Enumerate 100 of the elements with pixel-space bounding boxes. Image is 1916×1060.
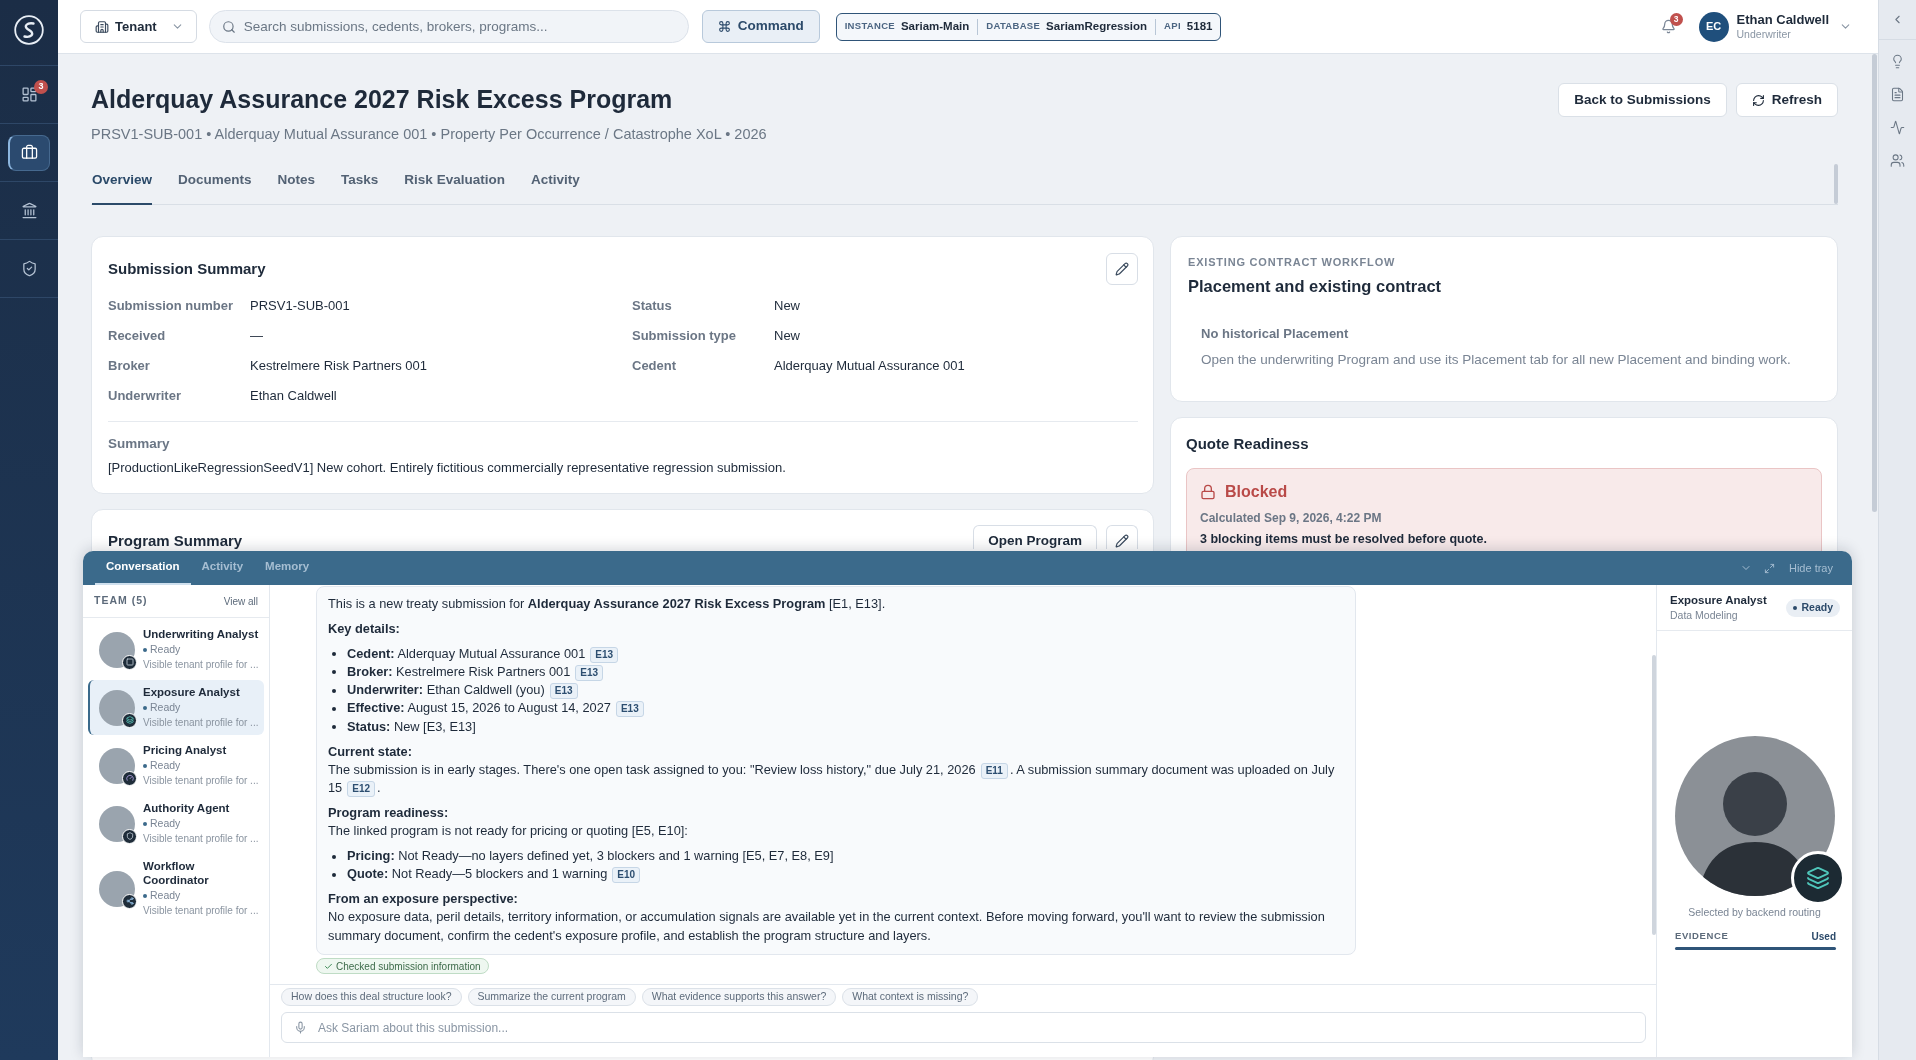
tab[interactable]: Overview [92, 158, 153, 205]
message-text: Cedent: Alderquay Mutual Assurance 001 [347, 644, 586, 663]
tab[interactable]: Tasks [341, 158, 379, 205]
environment-value: 5181 [1186, 18, 1213, 34]
edit-button[interactable] [1106, 253, 1138, 285]
suggestion-chip[interactable]: Summarize the current program [467, 988, 636, 1006]
agent-name: Pricing Analyst [143, 743, 228, 757]
agent-list-item[interactable]: Underwriting Analyst Ready Visible tenant profile for ... [88, 622, 264, 677]
status-text: Ready [150, 888, 181, 903]
message-input[interactable]: Ask Sariam about this submission... [281, 1012, 1646, 1043]
environment-label: INSTANCE [844, 19, 895, 34]
view-all-link[interactable]: View all [223, 593, 258, 609]
tray-tab[interactable]: Conversation [95, 551, 191, 585]
agent-list-item[interactable]: Exposure Analyst Ready Visible tenant profile for ... [88, 680, 264, 735]
bullet-icon [332, 725, 336, 730]
page-subtitle: PRSV1-SUB-001 • Alderquay Mutual Assurance 001 • Property Per Occurrence / Catastrophe XoL • 2026 [91, 125, 767, 144]
user-avatar[interactable]: EC [1698, 11, 1729, 42]
activity-icon[interactable] [1890, 120, 1905, 135]
nav-button[interactable]: 3 [8, 76, 50, 113]
logo-icon[interactable] [14, 15, 44, 45]
user-role: Underwriter [1736, 28, 1792, 41]
card-title: Submission Summary [108, 258, 266, 279]
activity-chip[interactable]: Checked submission information [316, 958, 489, 975]
field-label: Broker [108, 357, 151, 375]
notifications-button[interactable]: 3 [1656, 14, 1681, 39]
status-text: Ready [150, 700, 181, 715]
tab[interactable]: Activity [530, 158, 580, 205]
tab[interactable]: Risk Evaluation [404, 158, 505, 205]
agent-list-item[interactable]: Workflow Coordinator Ready Visible tenant profile for ... [88, 854, 264, 923]
agent-description: Visible tenant profile for ... [143, 904, 260, 918]
bullet-icon [332, 652, 336, 657]
building-icon [95, 19, 109, 34]
avatar-placeholder [99, 689, 135, 726]
search-field[interactable]: Search submissions, cedents, brokers, programs... [208, 10, 689, 43]
pencil-icon [1115, 262, 1129, 276]
card-title: Quote Readiness [1186, 434, 1310, 454]
suggestion-chip[interactable]: What context is missing? [842, 988, 979, 1006]
empty-state-title: No historical Placement [1201, 325, 1350, 343]
summary-text: [ProductionLikeRegressionSeedV1] New cohort. Entirely fictitious commercially representative regression submission. [108, 459, 787, 477]
field-label: Cedent [632, 357, 678, 375]
field-label: Status [632, 297, 673, 315]
status-message: 3 blocking items must be resolved before quote. [1200, 531, 1488, 548]
field-label: Submission number [108, 297, 234, 315]
environment-label: DATABASE [986, 19, 1041, 34]
citation-chip[interactable]: E12 [347, 781, 376, 798]
refresh-button[interactable]: Refresh [1735, 83, 1838, 117]
users-icon[interactable] [1890, 153, 1905, 168]
open-program-button[interactable]: Open Program [973, 525, 1097, 549]
field-value: New [774, 297, 801, 315]
lightbulb-icon[interactable] [1890, 54, 1905, 69]
bullet-icon [332, 670, 336, 675]
avatar-placeholder [99, 870, 135, 907]
field-value: — [250, 327, 264, 345]
card-title: Placement and existing contract [1188, 276, 1443, 297]
citation-chip[interactable]: E11 [980, 762, 1008, 779]
tab[interactable]: Documents [178, 158, 252, 205]
lock-icon [1200, 484, 1216, 500]
message-heading: From an exposure perspective: [328, 890, 519, 909]
card-title: Program Summary [108, 531, 243, 551]
nav-button[interactable] [8, 134, 50, 171]
agent-description: Visible tenant profile for ... [143, 658, 260, 672]
agent-list-item[interactable]: Pricing Analyst Ready Visible tenant profile for ... [88, 738, 264, 793]
message-text: Underwriter: Ethan Caldwell (you) [347, 681, 545, 700]
back-button[interactable]: Back to Submissions [1558, 83, 1727, 117]
page-title: Alderquay Assurance 2027 Risk Excess Program [91, 84, 674, 115]
field-value: Ethan Caldwell [250, 387, 338, 405]
citation-chip[interactable]: E13 [590, 646, 619, 663]
agent-list-item[interactable]: Authority Agent Ready Visible tenant profile for ... [88, 796, 264, 851]
expand-icon[interactable] [1763, 562, 1775, 574]
photo-caption: Selected by backend routing [1688, 905, 1821, 919]
document-icon[interactable] [1890, 87, 1905, 102]
microphone-icon[interactable] [294, 1021, 307, 1034]
command-icon [717, 20, 731, 33]
bullet-icon [332, 688, 336, 693]
section-overline: EXISTING CONTRACT WORKFLOW [1188, 255, 1397, 270]
shield-check-icon [20, 260, 38, 277]
citation-chip[interactable]: E13 [575, 664, 604, 681]
field-label: Received [108, 327, 167, 345]
tab[interactable]: Notes [277, 158, 316, 205]
agent-description: Visible tenant profile for ... [143, 832, 260, 846]
dashboard-icon [20, 86, 38, 103]
edit-button[interactable] [1106, 525, 1138, 549]
message-text: The linked program is not ready for pricing or quoting [E5, E10]: [328, 823, 688, 839]
tenant-dropdown[interactable]: Tenant [80, 10, 197, 43]
suggestion-chip[interactable]: How does this deal structure look? [281, 988, 462, 1006]
notification-badge: 3 [1669, 12, 1683, 26]
message-text: No exposure data, peril details, territory information, or accumulation signals are available yet in the current context. Before moving forward, you'll want to review the submission summary document, confirm the cedent's exposure profile, and establish the program structure and layers. [328, 909, 1325, 943]
citation-chip[interactable]: E13 [549, 683, 578, 700]
suggestion-chip[interactable]: What evidence supports this answer? [641, 988, 837, 1006]
message-text: Pricing: Not Ready—no layers defined yet, 3 blockers and 1 warning [E5, E7, E8, E9] [347, 848, 834, 864]
status-text: Ready [150, 758, 181, 773]
citation-chip[interactable]: E10 [612, 867, 641, 884]
field-label: Summary [108, 435, 171, 453]
environment-label: API [1164, 19, 1181, 34]
citation-chip[interactable]: E13 [615, 701, 644, 718]
message-text: The submission is in early stages. There's one open task assigned to you: "Review loss history," due July 21, 2026 [328, 760, 976, 779]
command-button[interactable]: Command [701, 10, 820, 43]
briefcase-icon [21, 144, 38, 161]
agent-description: Visible tenant profile for ... [143, 774, 260, 788]
agent-name: Exposure Analyst [143, 685, 241, 699]
